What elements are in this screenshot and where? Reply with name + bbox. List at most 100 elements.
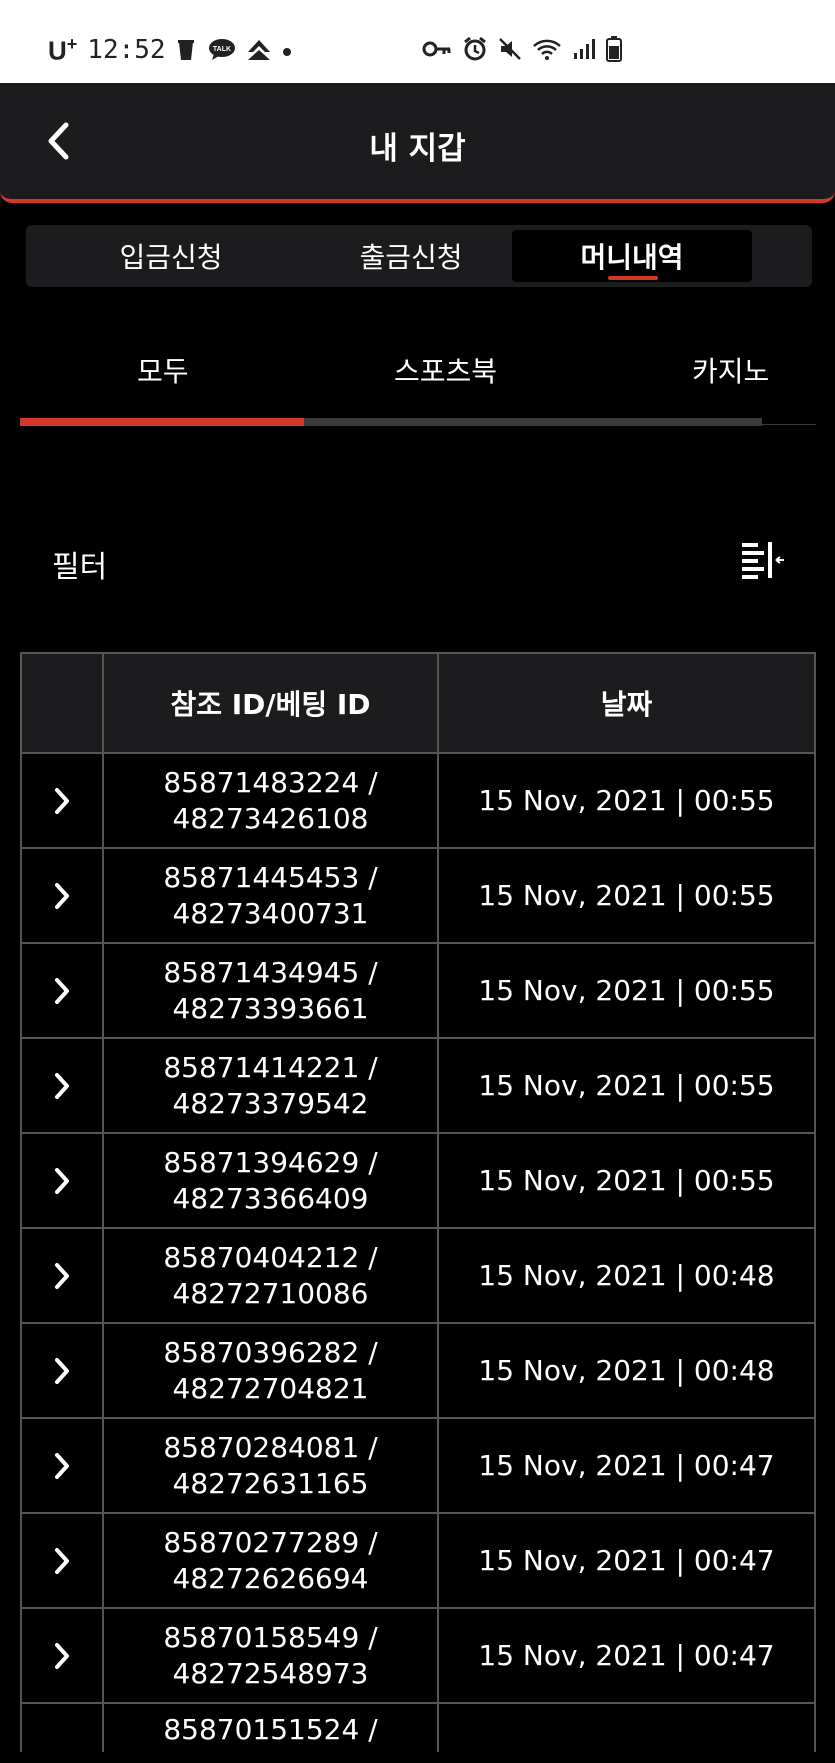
- history-table: 참조 ID/베팅 ID 날짜 85871483224 /48273426108 1…: [20, 652, 816, 1752]
- table-row[interactable]: 85870151524 /: [22, 1704, 814, 1752]
- dot-icon: [282, 38, 292, 62]
- date-cell: 15 Nov, 2021 | 00:47: [478, 1543, 775, 1577]
- bet-id: 48273393661: [172, 991, 369, 1025]
- bet-id: 48272626694: [172, 1561, 369, 1595]
- tab-casino[interactable]: 카지노: [692, 350, 769, 390]
- table-row[interactable]: 85871483224 /48273426108 15 Nov, 2021 | 0…: [22, 754, 814, 849]
- tab-deposit-request[interactable]: 입금신청: [51, 230, 291, 282]
- row-expand-button[interactable]: [22, 1229, 104, 1322]
- tab-label: 머니내역: [580, 241, 684, 274]
- row-expand-button[interactable]: [22, 1419, 104, 1512]
- ref-id-cell: 85870277289 /48272626694: [104, 1514, 439, 1607]
- chevron-right-icon: [55, 1167, 69, 1194]
- ref-id: 85870284081 /: [163, 1430, 378, 1464]
- table-row[interactable]: 85870396282 /48272704821 15 Nov, 2021 | 0…: [22, 1324, 814, 1419]
- ref-id-cell: 85871483224 /48273426108: [104, 754, 439, 847]
- alarm-icon: [462, 36, 488, 66]
- date-cell: 15 Nov, 2021 | 00:55: [478, 878, 775, 912]
- bet-id: 48273400731: [172, 896, 369, 930]
- date-cell: 15 Nov, 2021 | 00:48: [478, 1258, 775, 1292]
- row-expand-button[interactable]: [22, 1704, 104, 1752]
- ref-id: 85871394629 /: [163, 1145, 378, 1179]
- header-cell-date: 날짜: [600, 688, 653, 721]
- row-expand-button[interactable]: [22, 849, 104, 942]
- talk-bubble-icon: TALK: [208, 38, 236, 62]
- table-row[interactable]: 85870158549 /48272548973 15 Nov, 2021 | 0…: [22, 1609, 814, 1704]
- ref-id: 85870396282 /: [163, 1335, 378, 1369]
- bet-id: 48272704821: [172, 1371, 369, 1405]
- filter-list-icon: [742, 542, 784, 579]
- bet-id: 48272548973: [172, 1656, 369, 1690]
- date-cell: 15 Nov, 2021 | 00:55: [478, 783, 775, 817]
- app-header: 내 지갑: [0, 83, 835, 203]
- app-notification-icon: [246, 38, 272, 62]
- ref-id-cell: 85871414221 /48273379542: [104, 1039, 439, 1132]
- table-row[interactable]: 85871394629 /48273366409 15 Nov, 2021 | 0…: [22, 1134, 814, 1229]
- tab-all[interactable]: 모두: [137, 350, 189, 390]
- date-cell: 15 Nov, 2021 | 00:47: [478, 1448, 775, 1482]
- mute-icon: [498, 37, 522, 65]
- ref-id-cell: 85870151524 /: [104, 1704, 439, 1752]
- row-expand-button[interactable]: [22, 1514, 104, 1607]
- tab-money-history[interactable]: 머니내역: [512, 230, 752, 282]
- bet-id: 48273379542: [172, 1086, 369, 1120]
- date-cell: 15 Nov, 2021 | 00:48: [478, 1353, 775, 1387]
- table-header: 참조 ID/베팅 ID 날짜: [22, 654, 814, 754]
- table-row[interactable]: 85871414221 /48273379542 15 Nov, 2021 | 0…: [22, 1039, 814, 1134]
- row-expand-button[interactable]: [22, 1324, 104, 1417]
- table-row[interactable]: 85870277289 /48272626694 15 Nov, 2021 | 0…: [22, 1514, 814, 1609]
- ref-id-cell: 85871445453 /48273400731: [104, 849, 439, 942]
- date-cell: [439, 1704, 814, 1752]
- chevron-right-icon: [55, 1072, 69, 1099]
- chevron-right-icon: [55, 1642, 69, 1669]
- chevron-right-icon: [55, 1357, 69, 1384]
- ref-id-cell: 85870396282 /48272704821: [104, 1324, 439, 1417]
- date-cell: 15 Nov, 2021 | 00:55: [478, 973, 775, 1007]
- wifi-icon: [532, 37, 562, 65]
- ref-id-cell: 85871434945 /48273393661: [104, 944, 439, 1037]
- row-expand-button[interactable]: [22, 754, 104, 847]
- chevron-right-icon: [55, 1452, 69, 1479]
- chevron-right-icon: [55, 1262, 69, 1289]
- row-expand-button[interactable]: [22, 944, 104, 1037]
- ref-id: 85871434945 /: [163, 955, 378, 989]
- bet-id: 48273426108: [172, 801, 369, 835]
- signal-icon: [572, 37, 596, 65]
- table-row[interactable]: 85871445453 /48273400731 15 Nov, 2021 | 0…: [22, 849, 814, 944]
- page-title: 내 지갑: [369, 131, 466, 167]
- table-body: 85871483224 /48273426108 15 Nov, 2021 | 0…: [22, 754, 814, 1752]
- key-icon: [422, 39, 452, 63]
- table-row[interactable]: 85870284081 /48272631165 15 Nov, 2021 | 0…: [22, 1419, 814, 1514]
- filter-button[interactable]: [740, 540, 786, 580]
- date-cell: 15 Nov, 2021 | 00:55: [478, 1163, 775, 1197]
- ref-id: 85871445453 /: [163, 860, 378, 894]
- category-tabs: 모두 스포츠북 카지노: [0, 340, 835, 430]
- chevron-right-icon: [55, 1547, 69, 1574]
- row-expand-button[interactable]: [22, 1039, 104, 1132]
- ref-id-cell: 85871394629 /48273366409: [104, 1134, 439, 1227]
- filter-label: 필터: [52, 550, 108, 585]
- row-expand-button[interactable]: [22, 1134, 104, 1227]
- tab-withdraw-request[interactable]: 출금신청: [291, 230, 531, 282]
- date-cell: 15 Nov, 2021 | 00:47: [478, 1638, 775, 1672]
- battery-icon: [606, 36, 622, 66]
- bet-id: 48273366409: [172, 1181, 369, 1215]
- bet-id: 48272710086: [172, 1276, 369, 1310]
- chevron-right-icon: [55, 787, 69, 814]
- tab-indicator: [20, 418, 304, 426]
- clock-time: 12:52: [87, 35, 166, 66]
- table-row[interactable]: 85870404212 /48272710086 15 Nov, 2021 | 0…: [22, 1229, 814, 1324]
- bet-id: 48272631165: [172, 1466, 369, 1500]
- ref-id-cell: 85870284081 /48272631165: [104, 1419, 439, 1512]
- wallet-tabs: 입금신청 출금신청 머니내역: [26, 225, 812, 287]
- tab-sportsbook[interactable]: 스포츠북: [394, 350, 497, 390]
- svg-text:TALK: TALK: [213, 46, 231, 53]
- active-tab-indicator: [608, 276, 658, 280]
- chevron-right-icon: [55, 882, 69, 909]
- ref-id-cell: 85870404212 /48272710086: [104, 1229, 439, 1322]
- ref-id-cell: 85870158549 /48272548973: [104, 1609, 439, 1702]
- row-expand-button[interactable]: [22, 1609, 104, 1702]
- header-cell-expand: [22, 654, 104, 752]
- trash-icon: [176, 38, 198, 62]
- table-row[interactable]: 85871434945 /48273393661 15 Nov, 2021 | 0…: [22, 944, 814, 1039]
